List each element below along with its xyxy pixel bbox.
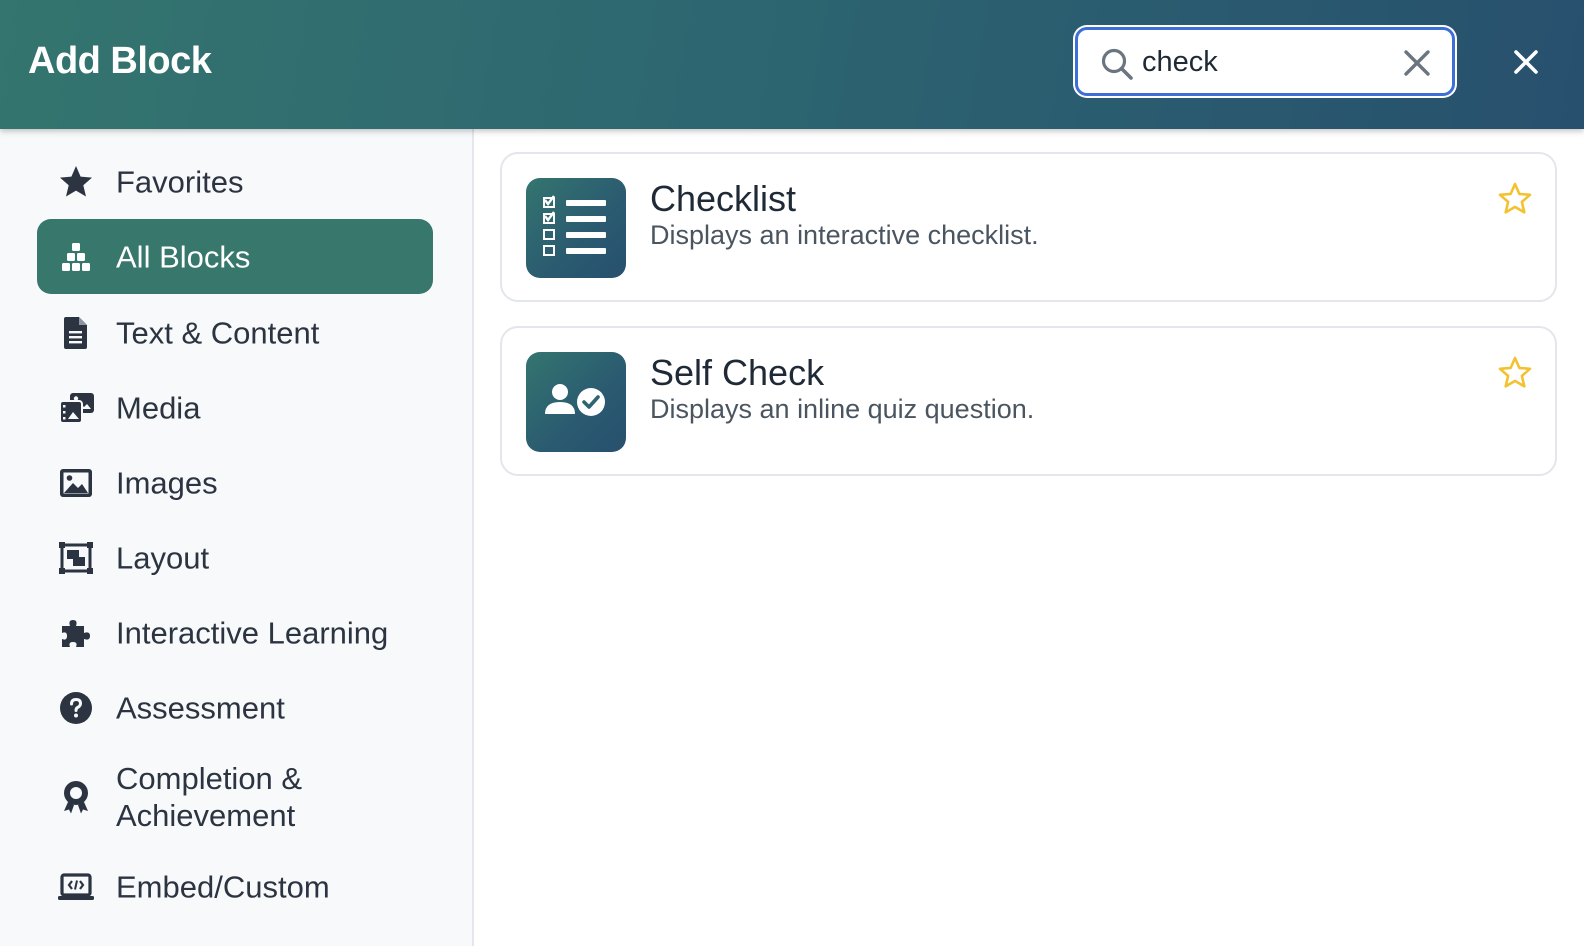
sidebar-item-all-blocks[interactable]: All Blocks — [37, 219, 433, 294]
sidebar-item-label: Completion & Achievement — [116, 761, 303, 833]
block-card-checklist[interactable]: Checklist Displays an interactive checkl… — [500, 152, 1557, 302]
blocks-icon — [62, 242, 90, 271]
sidebar-item-images[interactable]: Images — [37, 445, 433, 520]
media-icon — [59, 392, 94, 424]
checklist-icon — [526, 178, 626, 278]
layout-icon — [59, 541, 93, 574]
block-title: Checklist — [650, 178, 797, 219]
sidebar-item-label: Images — [116, 465, 218, 500]
sidebar-item-interactive-learning[interactable]: Interactive Learning — [37, 595, 433, 670]
favorite-star-icon[interactable] — [1496, 354, 1534, 392]
star-icon — [60, 165, 92, 196]
sidebar-item-assessment[interactable]: Assessment — [37, 670, 433, 745]
category-sidebar: Favorites All Blocks Text & Content Medi… — [0, 129, 474, 946]
favorite-star-icon[interactable] — [1496, 180, 1534, 218]
sidebar-item-media[interactable]: Media — [37, 370, 433, 445]
sidebar-item-label: Layout — [116, 540, 210, 575]
user-check-icon — [526, 352, 626, 452]
sidebar-item-completion-achievement[interactable]: Completion & Achievement — [37, 752, 433, 842]
document-icon — [64, 316, 87, 349]
modal-header: Add Block — [0, 0, 1584, 129]
sidebar-item-label: Assessment — [116, 690, 285, 725]
sidebar-item-label: Interactive Learning — [116, 615, 389, 650]
close-modal-icon[interactable] — [1510, 46, 1542, 78]
sidebar-item-favorites[interactable]: Favorites — [37, 144, 433, 219]
sidebar-item-label: Embed/Custom — [116, 869, 330, 904]
block-description: Displays an inline quiz question. — [650, 394, 1035, 424]
block-card-self-check[interactable]: Self Check Displays an inline quiz quest… — [500, 326, 1557, 476]
search-box[interactable] — [1075, 27, 1455, 96]
modal-title: Add Block — [28, 40, 212, 82]
puzzle-icon — [62, 619, 90, 647]
sidebar-item-embed-custom[interactable]: Embed/Custom — [37, 849, 433, 924]
search-input[interactable] — [1142, 42, 1392, 82]
question-icon — [60, 691, 92, 724]
search-icon — [1101, 48, 1133, 80]
code-laptop-icon — [58, 872, 94, 900]
sidebar-item-text-content[interactable]: Text & Content — [37, 295, 433, 370]
block-description: Displays an interactive checklist. — [650, 220, 1039, 250]
image-icon — [60, 468, 92, 497]
block-title: Self Check — [650, 352, 825, 393]
sidebar-item-label: Media — [116, 390, 201, 425]
sidebar-item-label: Text & Content — [116, 315, 320, 350]
sidebar-item-label: Favorites — [116, 164, 244, 199]
sidebar-item-layout[interactable]: Layout — [37, 520, 433, 595]
award-icon — [64, 781, 88, 814]
clear-search-icon[interactable] — [1402, 48, 1432, 78]
sidebar-item-label: All Blocks — [116, 239, 251, 274]
